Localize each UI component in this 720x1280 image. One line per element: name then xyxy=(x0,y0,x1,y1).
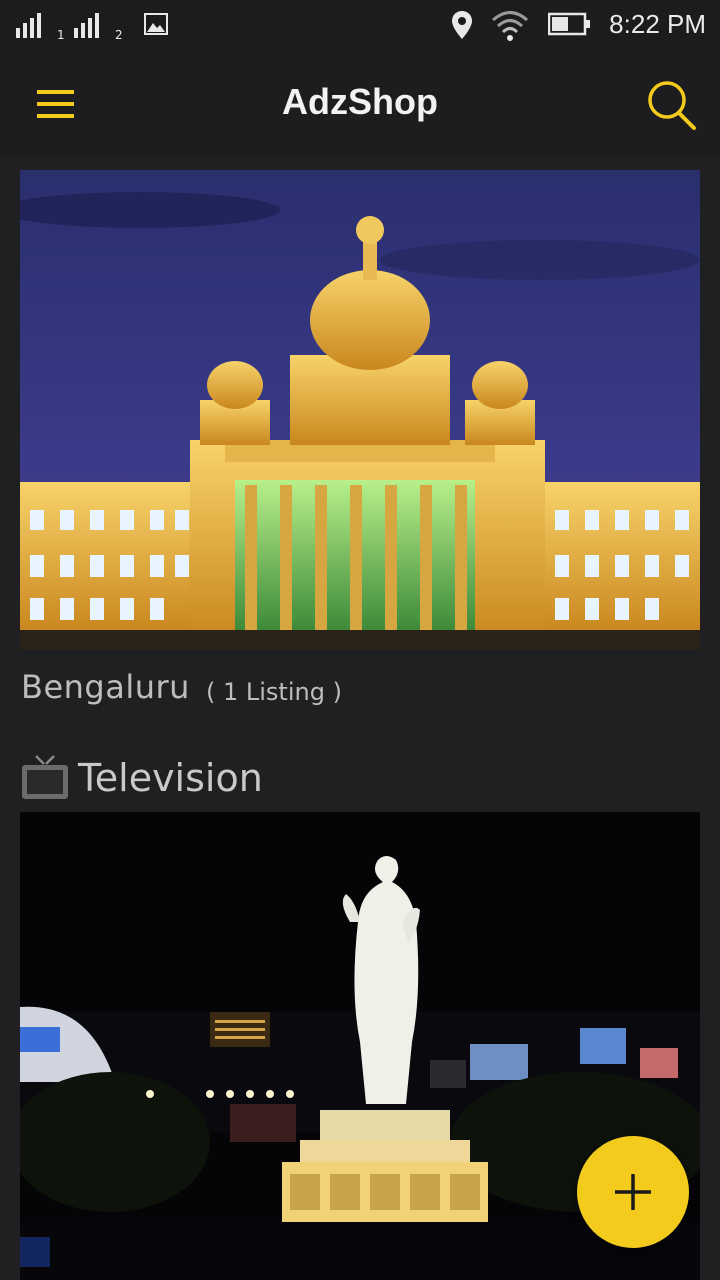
listing-count: ( 1 Listing ) xyxy=(206,678,342,706)
signal-icon xyxy=(74,12,108,38)
category-header[interactable]: Television xyxy=(20,752,420,804)
battery-icon xyxy=(548,12,592,38)
plus-icon xyxy=(615,1174,651,1210)
search-button[interactable] xyxy=(644,78,700,134)
gallery-icon xyxy=(144,12,168,38)
category-name: Television xyxy=(78,756,263,800)
city-photo xyxy=(20,170,700,650)
app-title: AdzShop xyxy=(282,81,438,122)
status-time: 8:22 PM xyxy=(609,9,706,39)
app-bar: AdzShop xyxy=(0,52,720,158)
location-icon xyxy=(451,10,473,39)
television-icon xyxy=(20,752,70,806)
search-icon xyxy=(648,81,696,130)
sim1-label: 1 xyxy=(57,28,65,42)
signal-icon xyxy=(16,12,50,38)
city-image[interactable] xyxy=(20,170,700,650)
sim2-label: 2 xyxy=(115,28,123,42)
status-bar: 1 2 8:22 PM xyxy=(0,0,720,52)
add-listing-button[interactable] xyxy=(577,1136,689,1248)
wifi-icon xyxy=(491,8,529,41)
city-name[interactable]: Bengaluru xyxy=(21,668,190,706)
